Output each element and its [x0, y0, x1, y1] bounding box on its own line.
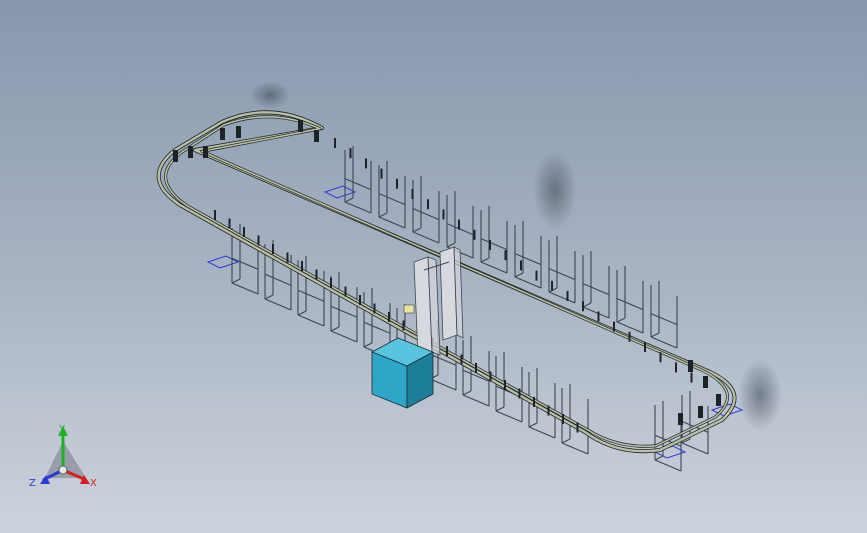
axis-triad: Y X Z [29, 424, 97, 489]
shadow [738, 359, 782, 431]
track-bracket [314, 130, 319, 142]
track-bracket [236, 126, 241, 138]
shadow [250, 81, 290, 109]
cad-viewport[interactable]: Y X Z [0, 0, 867, 533]
shadow [533, 150, 577, 230]
y-axis-label: Y [58, 424, 66, 435]
floor-footprints [206, 185, 744, 459]
support-stand [378, 161, 406, 229]
support-stand [582, 251, 610, 319]
support-stand [412, 176, 440, 244]
support-stand [616, 266, 644, 334]
track-bracket [298, 120, 303, 132]
track-bracket [703, 376, 708, 388]
lift-columns [403, 246, 464, 358]
support-stand [330, 272, 358, 343]
track-bracket [220, 128, 225, 140]
footprint [323, 185, 357, 199]
track-bracket [698, 406, 703, 418]
track-bracket [688, 360, 693, 372]
conveyor-model[interactable]: Y X Z [0, 0, 867, 533]
footprint [206, 255, 240, 269]
support-stand [650, 281, 678, 349]
track-bracket [203, 146, 208, 158]
track-bracket [188, 146, 193, 158]
x-axis-label: X [90, 478, 97, 489]
track-bracket [173, 150, 178, 162]
control-cabinet [371, 337, 434, 409]
support-stand [548, 236, 576, 304]
support-stand [344, 146, 372, 214]
support-stand [480, 206, 508, 274]
track-bracket [716, 394, 721, 406]
z-axis-label: Z [29, 478, 36, 489]
track-bracket [678, 413, 683, 425]
